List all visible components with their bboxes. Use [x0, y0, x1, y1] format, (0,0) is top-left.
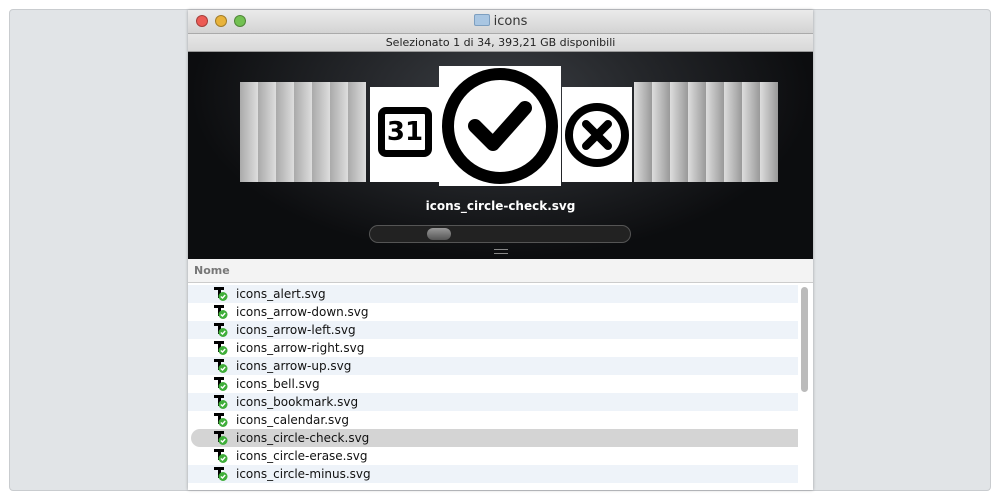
list-item[interactable]: icons_circle-check.svg: [191, 429, 798, 447]
cover-item[interactable]: [688, 82, 706, 182]
list-item[interactable]: icons_arrow-left.svg: [188, 321, 798, 339]
list-item[interactable]: icons_circle-minus.svg: [188, 465, 798, 483]
file-name: icons_circle-erase.svg: [236, 449, 368, 463]
list-item[interactable]: icons_bell.svg: [188, 375, 798, 393]
selected-file-label: icons_circle-check.svg: [425, 199, 576, 213]
zoom-button[interactable]: [234, 15, 246, 27]
cover-item[interactable]: [652, 82, 670, 182]
cover-item-circle-erase[interactable]: [562, 87, 632, 182]
svg-file-icon: [214, 287, 228, 301]
cover-flow[interactable]: 31 icons_circle-check.svg: [188, 52, 813, 259]
file-name: icons_arrow-left.svg: [236, 323, 356, 337]
cover-item[interactable]: [634, 82, 652, 182]
svg-file-icon: [214, 467, 228, 481]
circle-check-icon: [442, 68, 558, 184]
title-bar: icons: [188, 10, 813, 33]
finder-window: icons Selezionato 1 di 34, 393,21 GB dis…: [188, 10, 813, 490]
cover-item[interactable]: [760, 82, 778, 182]
column-header-name[interactable]: Nome: [188, 259, 813, 283]
svg-file-icon: [214, 305, 228, 319]
cover-item[interactable]: [294, 82, 312, 182]
list-scrollbar[interactable]: [800, 285, 810, 490]
cover-item[interactable]: [312, 82, 330, 182]
status-bar: Selezionato 1 di 34, 393,21 GB disponibi…: [188, 33, 813, 52]
file-list: icons_alert.svg icons_arrow-down.svgicons…: [188, 285, 798, 483]
svg-file-icon: [214, 431, 228, 445]
list-item[interactable]: icons_calendar.svg: [188, 411, 798, 429]
svg-file-icon: [214, 377, 228, 391]
cover-item[interactable]: [742, 82, 760, 182]
minimize-button[interactable]: [215, 15, 227, 27]
file-name: icons_bell.svg: [236, 377, 320, 391]
file-name: icons_arrow-right.svg: [236, 341, 365, 355]
list-item[interactable]: icons_circle-erase.svg: [188, 447, 798, 465]
file-name: icons_alert.svg: [236, 287, 326, 301]
list-item[interactable]: icons_arrow-right.svg: [188, 339, 798, 357]
list-item[interactable]: icons_alert.svg: [188, 285, 798, 303]
coverflow-scrollbar[interactable]: [369, 225, 631, 243]
window-title: icons: [493, 14, 528, 29]
cover-item[interactable]: [330, 82, 348, 182]
cover-item[interactable]: [348, 82, 366, 182]
svg-file-icon: [214, 449, 228, 463]
close-button[interactable]: [196, 15, 208, 27]
file-name: icons_circle-minus.svg: [236, 467, 371, 481]
cover-item[interactable]: [276, 82, 294, 182]
cover-item[interactable]: [706, 82, 724, 182]
cover-item[interactable]: [258, 82, 276, 182]
list-item[interactable]: icons_arrow-down.svg: [188, 303, 798, 321]
resize-handle[interactable]: [494, 249, 508, 254]
list-item[interactable]: icons_arrow-up.svg: [188, 357, 798, 375]
file-name: icons_arrow-down.svg: [236, 305, 369, 319]
coverflow-scroll-thumb[interactable]: [427, 228, 451, 240]
svg-file-icon: [214, 341, 228, 355]
svg-file-icon: [214, 359, 228, 373]
cover-item[interactable]: [240, 82, 258, 182]
file-name: icons_bookmark.svg: [236, 395, 359, 409]
file-name: icons_circle-check.svg: [236, 431, 370, 445]
file-name: icons_calendar.svg: [236, 413, 349, 427]
circle-erase-icon: [565, 103, 629, 167]
svg-file-icon: [214, 413, 228, 427]
cover-item[interactable]: [724, 82, 742, 182]
calendar-icon: 31: [378, 107, 432, 157]
svg-file-icon: [214, 323, 228, 337]
cover-item[interactable]: [670, 82, 688, 182]
list-item[interactable]: icons_bookmark.svg: [188, 393, 798, 411]
cover-item-calendar[interactable]: 31: [370, 87, 440, 182]
file-name: icons_arrow-up.svg: [236, 359, 352, 373]
cover-item-selected[interactable]: [439, 66, 561, 186]
svg-file-icon: [214, 395, 228, 409]
list-scroll-thumb[interactable]: [801, 287, 808, 392]
folder-icon: [473, 14, 490, 26]
